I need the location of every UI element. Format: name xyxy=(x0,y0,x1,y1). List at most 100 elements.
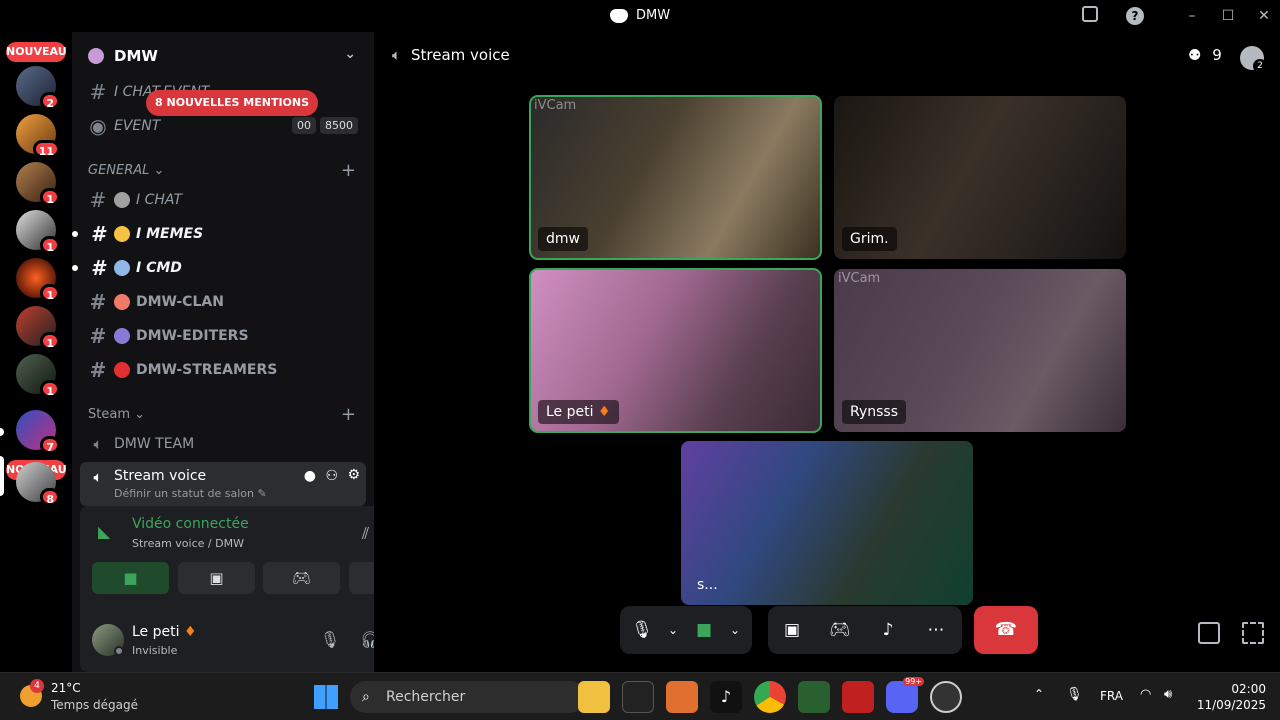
channel-dmw-streamers[interactable]: # DMW-STREAMERS xyxy=(80,354,366,386)
microphone-icon[interactable]: 🎙︎ xyxy=(1066,687,1083,702)
mention-count: 11 xyxy=(32,140,60,158)
server-icon[interactable]: 8 xyxy=(16,462,60,506)
inbox-icon[interactable] xyxy=(1080,6,1100,26)
participant-name: dmw xyxy=(538,227,588,251)
wifi-icon[interactable]: ◠ xyxy=(1140,687,1151,702)
disconnect-button[interactable]: ☎ xyxy=(974,606,1038,654)
hash-lock-icon: # xyxy=(89,324,107,348)
popout-icon[interactable] xyxy=(1198,622,1220,644)
chrome-icon[interactable] xyxy=(754,681,786,713)
server-icon[interactable]: 11 xyxy=(16,114,60,158)
search-input[interactable]: ⌕ Rechercher xyxy=(350,681,586,713)
channel-status[interactable]: Définir un statut de salon ✎ xyxy=(114,487,267,500)
maximize-icon[interactable]: ☐ xyxy=(1218,6,1238,26)
server-list: NOUVEAU 2 11 1 1 1 1 1 7 NOUVEAU 8 xyxy=(0,32,72,672)
category-general[interactable]: GENERAL ⌄ xyxy=(88,163,164,178)
mic-control-group: 🎙︎ ⌄ ■ ⌄ xyxy=(620,606,752,654)
voice-channel-dmw-team[interactable]: 🔈︎ DMW TEAM xyxy=(80,428,366,460)
server-icon[interactable]: 1 xyxy=(16,210,60,254)
soundboard-button[interactable]: ♪ xyxy=(864,606,912,654)
discord-logo-icon xyxy=(610,8,628,23)
fire-emoji-icon: ♦ xyxy=(597,404,611,420)
fullscreen-icon[interactable] xyxy=(1242,622,1264,644)
server-icon[interactable]: 1 xyxy=(16,354,60,398)
add-channel-icon[interactable]: + xyxy=(341,404,356,425)
guild-header[interactable]: DMW ⌄ xyxy=(72,32,374,80)
channel-dmw-editers[interactable]: # DMW-EDITERS xyxy=(80,320,366,352)
share-screen-button[interactable]: ▣ xyxy=(768,606,816,654)
clock[interactable]: 02:00 11/09/2025 xyxy=(1196,681,1266,713)
tiktok-icon[interactable]: ♪ xyxy=(710,681,742,713)
server-icon[interactable]: 2 xyxy=(16,66,60,110)
share-screen-button[interactable]: ▣ xyxy=(178,562,255,594)
camera-button[interactable]: ■ xyxy=(92,562,169,594)
mention-count: 1 xyxy=(40,188,60,206)
obs-icon[interactable] xyxy=(930,681,962,713)
activity-control-group: ▣ 🎮︎ ♪ ⋯ xyxy=(768,606,962,654)
invite-icon[interactable]: ⚇ xyxy=(325,468,338,484)
server-icon[interactable]: 7 xyxy=(16,410,60,454)
volume-icon[interactable]: 🔊︎ xyxy=(1164,687,1172,702)
server-icon[interactable]: 1 xyxy=(16,162,60,206)
taskbar: 4 21°C Temps dégagé ⌕ Rechercher ♪ 99+ ⌃… xyxy=(0,672,1280,720)
mention-count: 1 xyxy=(40,332,60,350)
server-icon[interactable]: 1 xyxy=(16,258,60,302)
voice-call-area: 🔈︎ Stream voice ⚉ 9 2 iVCam dmw Grim. Le… xyxy=(374,32,1280,672)
status-indicator xyxy=(114,646,124,656)
close-icon[interactable]: ✕ xyxy=(1254,6,1274,26)
chevron-down-icon[interactable]: ⌄ xyxy=(664,606,682,654)
help-icon[interactable]: ? xyxy=(1125,6,1145,26)
video-tile[interactable]: s... xyxy=(681,441,973,605)
activity-button[interactable]: 🎮︎ xyxy=(816,606,864,654)
category-steam[interactable]: Steam ⌄ xyxy=(88,407,145,422)
video-tile[interactable]: Le peti ♦ xyxy=(529,268,822,433)
laughing-emoji-icon xyxy=(114,226,130,242)
camera-button[interactable]: ■ xyxy=(682,606,726,654)
app-icon[interactable] xyxy=(798,681,830,713)
video-tile[interactable]: iVCam Rynsss xyxy=(834,269,1126,432)
microphone-button[interactable]: 🎙︎ xyxy=(620,606,664,654)
add-channel-icon[interactable]: + xyxy=(341,160,356,181)
activity-button[interactable]: 🎮︎ xyxy=(263,562,340,594)
video-tile[interactable]: Grim. xyxy=(834,96,1126,259)
epic-games-icon[interactable] xyxy=(622,681,654,713)
channel-dmw-clan[interactable]: # DMW-CLAN xyxy=(80,286,366,318)
search-icon: ⌕ xyxy=(362,689,370,705)
members-icon: ⚉ xyxy=(1188,46,1202,64)
member-list-button[interactable]: ⚉ 9 xyxy=(1188,46,1222,64)
voice-status-title[interactable]: Vidéo connectée xyxy=(132,516,249,532)
channel-memes[interactable]: # I MEMES xyxy=(72,218,366,250)
user-name[interactable]: Le peti ♦ xyxy=(132,624,197,640)
video-watermark: iVCam xyxy=(534,98,577,113)
mention-count: 1 xyxy=(40,284,60,302)
voice-status-subtitle[interactable]: Stream voice / DMW xyxy=(132,537,244,550)
voice-channel-stream-voice[interactable]: 🔈︎ Stream voice Définir un statut de sal… xyxy=(80,462,366,506)
discord-icon[interactable]: 99+ xyxy=(886,677,924,713)
language-indicator[interactable]: FRA xyxy=(1100,689,1123,703)
file-explorer-icon[interactable] xyxy=(578,681,610,713)
app-icon[interactable] xyxy=(666,681,698,713)
start-button[interactable] xyxy=(310,681,342,713)
more-options-button[interactable]: ⋯ xyxy=(912,606,960,654)
weather-widget[interactable]: 4 21°C Temps dégagé xyxy=(18,679,158,715)
participant-name: s... xyxy=(697,577,718,593)
speaker-icon: 🔈︎ xyxy=(93,468,103,486)
app-icon[interactable] xyxy=(842,681,874,713)
user-status: Invisible xyxy=(132,644,178,657)
channel-cmd[interactable]: # I CMD xyxy=(72,252,366,284)
chat-icon[interactable]: ● xyxy=(304,468,316,484)
chevron-up-icon[interactable]: ⌃ xyxy=(1034,687,1044,701)
server-icon[interactable]: 1 xyxy=(16,306,60,350)
minimize-icon[interactable]: – xyxy=(1182,6,1202,26)
red-circle-icon xyxy=(114,362,130,378)
signal-icon: ◣ xyxy=(98,522,111,541)
video-tile[interactable]: iVCam dmw xyxy=(529,95,822,260)
noise-suppression-icon[interactable]: ⫽ xyxy=(362,524,369,544)
channel-chat[interactable]: # I CHAT xyxy=(80,184,366,216)
gear-icon[interactable]: ⚙ xyxy=(347,467,360,483)
mention-count: 2 xyxy=(40,92,60,110)
threads-button[interactable]: 2 xyxy=(1240,46,1267,73)
chevron-down-icon[interactable]: ⌄ xyxy=(726,606,744,654)
microphone-icon[interactable]: 🎙︎ xyxy=(318,628,342,652)
selected-server-indicator xyxy=(0,456,4,496)
